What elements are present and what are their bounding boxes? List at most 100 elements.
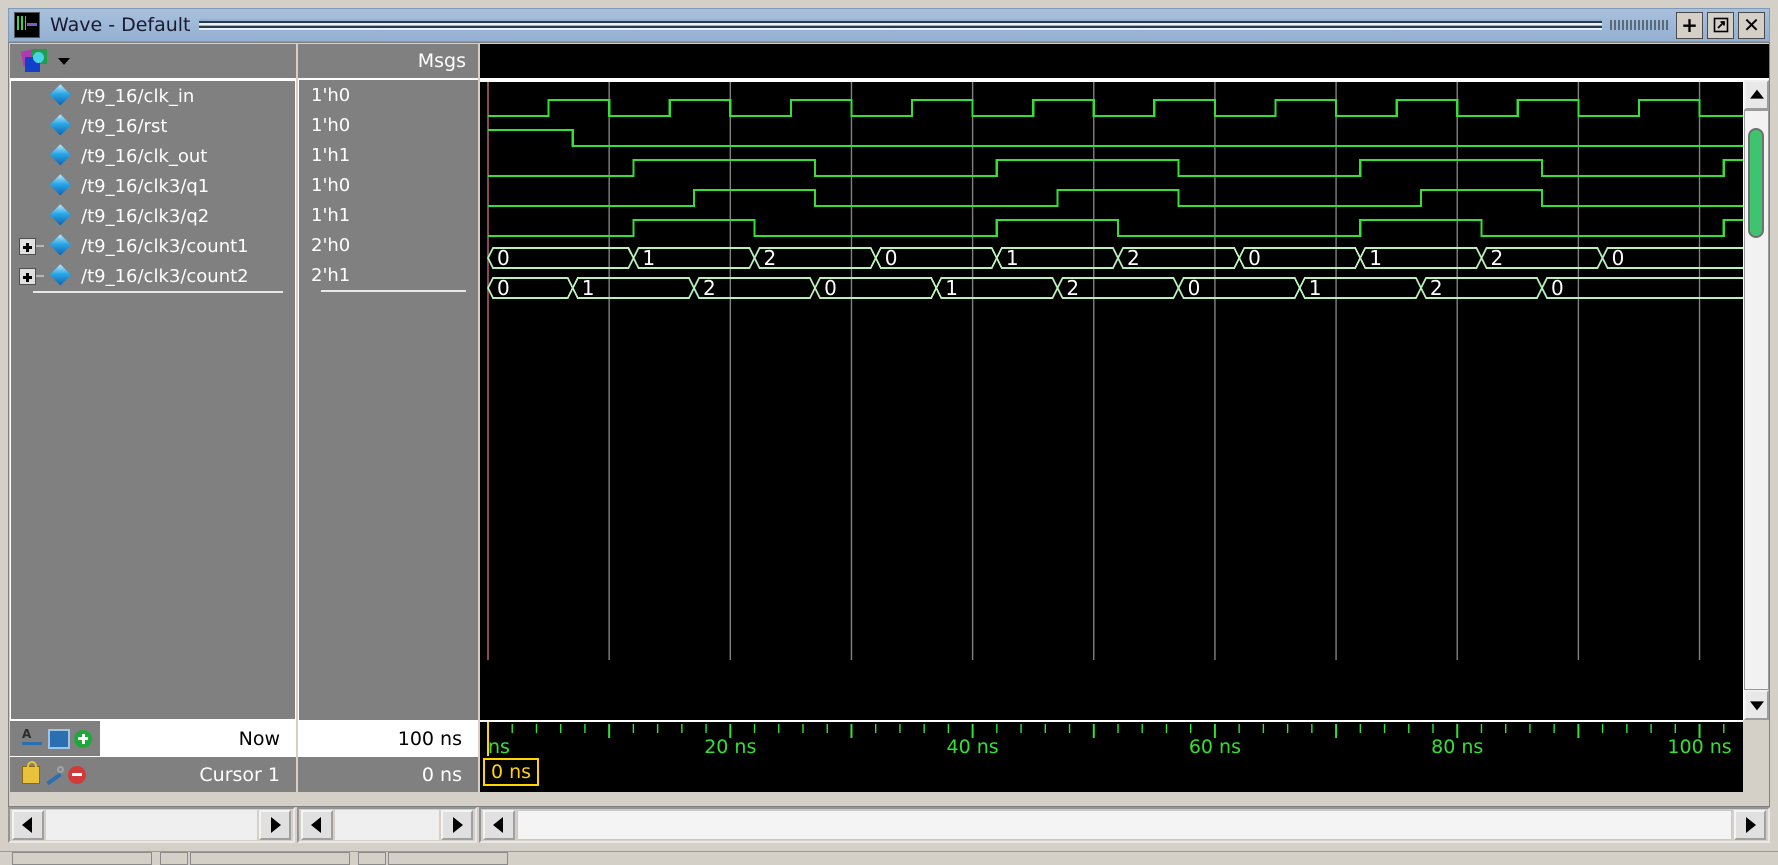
wave-body: /t9_16/clk_in/t9_16/rst/t9_16/clk_out/t9… bbox=[8, 42, 1770, 807]
signal-value: 1'h1 bbox=[311, 204, 351, 226]
signal-name: /t9_16/clk3/count2 bbox=[81, 265, 249, 287]
cursor-value: 0 ns bbox=[298, 756, 478, 792]
delete-cursor-icon[interactable] bbox=[68, 765, 86, 784]
wave-scroll-left-button[interactable] bbox=[483, 810, 515, 840]
signal-row[interactable]: /t9_16/clk3/count1 bbox=[11, 231, 295, 261]
signal-diamond-icon bbox=[50, 86, 71, 107]
selection-underline bbox=[33, 291, 283, 293]
tree-connector bbox=[36, 275, 44, 277]
cursor-label: Cursor 1 bbox=[199, 763, 280, 786]
cursor-toolbar-icons bbox=[10, 757, 100, 792]
value-scroll-left-button[interactable] bbox=[301, 810, 333, 840]
signal-diamond-icon bbox=[50, 116, 71, 137]
value-list: 1'h0 1'h0 1'h1 1'h0 1'h1 2'h0 2'h1 bbox=[298, 80, 478, 720]
signal-row[interactable]: /t9_16/clk_in bbox=[11, 81, 295, 111]
signal-name: /t9_16/rst bbox=[81, 115, 168, 137]
signal-value: 1'h1 bbox=[311, 144, 351, 166]
svg-text:0: 0 bbox=[1188, 276, 1201, 300]
signal-value: 2'h0 bbox=[311, 234, 351, 256]
window-title-bar: Wave - Default + ✕ bbox=[8, 8, 1770, 42]
window-title: Wave - Default bbox=[50, 14, 191, 36]
now-label: Now bbox=[238, 727, 280, 750]
wrench-icon[interactable] bbox=[44, 765, 64, 784]
add-cursor-icon[interactable] bbox=[74, 729, 92, 748]
signal-row[interactable]: /t9_16/clk3/count2 bbox=[11, 261, 295, 291]
taskbar-cell-4[interactable] bbox=[358, 852, 386, 865]
lock-icon[interactable] bbox=[22, 760, 40, 784]
palette-icon[interactable] bbox=[20, 48, 52, 73]
signal-row[interactable]: /t9_16/clk_out bbox=[11, 141, 295, 171]
wave-scroll-track[interactable] bbox=[517, 810, 1732, 840]
now-status-row: Now bbox=[10, 720, 296, 756]
signal-list[interactable]: /t9_16/clk_in/t9_16/rst/t9_16/clk_out/t9… bbox=[10, 80, 296, 720]
svg-text:0: 0 bbox=[1551, 276, 1564, 300]
waveform-pane: 01201201200120120120 ns 20 ns 40 ns 60 ns 80… bbox=[480, 44, 1769, 806]
svg-text:1: 1 bbox=[1369, 246, 1382, 270]
wave-window: Wave - Default + ✕ /t9_16/clk_in/t9_16/r… bbox=[0, 0, 1778, 865]
cursor-bar[interactable]: 0 ns bbox=[480, 756, 1743, 792]
signal-diamond-icon bbox=[50, 266, 71, 287]
value-underline bbox=[321, 290, 466, 292]
wave-pane-hscroll[interactable] bbox=[479, 807, 1770, 843]
signal-name: /t9_16/clk_in bbox=[81, 85, 195, 107]
signal-value: 2'h1 bbox=[311, 264, 351, 286]
search-annotation-icon[interactable] bbox=[22, 727, 44, 749]
signal-row[interactable]: /t9_16/clk3/q2 bbox=[11, 201, 295, 231]
tree-connector bbox=[36, 245, 44, 247]
svg-text:80 ns: 80 ns bbox=[1431, 736, 1483, 756]
signal-name: /t9_16/clk3/q2 bbox=[81, 205, 210, 227]
now-value: 100 ns bbox=[298, 720, 478, 756]
wave-scroll-right-button[interactable] bbox=[1734, 810, 1766, 840]
scroll-up-button[interactable] bbox=[1744, 80, 1769, 110]
svg-text:1: 1 bbox=[945, 276, 958, 300]
close-button[interactable]: ✕ bbox=[1738, 11, 1765, 39]
taskbar-cell-1[interactable] bbox=[12, 852, 152, 865]
svg-text:0: 0 bbox=[885, 246, 898, 270]
restore-icon bbox=[1713, 17, 1728, 33]
taskbar-cell-2[interactable] bbox=[160, 852, 188, 865]
svg-text:2: 2 bbox=[1430, 276, 1443, 300]
name-scroll-track[interactable] bbox=[46, 810, 257, 840]
name-pane-hscroll[interactable] bbox=[8, 807, 295, 843]
restore-button[interactable] bbox=[1707, 11, 1734, 39]
svg-text:20 ns: 20 ns bbox=[704, 736, 756, 756]
value-pane-hscroll[interactable] bbox=[297, 807, 477, 843]
signal-row[interactable]: /t9_16/clk3/q1 bbox=[11, 171, 295, 201]
svg-text:2: 2 bbox=[1066, 276, 1079, 300]
waveform-svg: 0 1 2 0 1 2 0 1 2 0 0 1 2 0 1 2 0 1 2 0 bbox=[486, 82, 1743, 660]
svg-text:2: 2 bbox=[1127, 246, 1140, 270]
msgs-column-header: Msgs bbox=[298, 44, 478, 80]
signal-diamond-icon bbox=[50, 146, 71, 167]
svg-text:0: 0 bbox=[824, 276, 837, 300]
taskbar-cell-5[interactable] bbox=[388, 852, 508, 865]
svg-text:100 ns: 100 ns bbox=[1667, 736, 1731, 756]
signal-value: 1'h0 bbox=[311, 174, 351, 196]
waveform-vertical-scrollbar[interactable] bbox=[1743, 80, 1769, 720]
name-scroll-left-button[interactable] bbox=[12, 810, 44, 840]
chevron-down-icon[interactable] bbox=[58, 57, 70, 65]
svg-text:0: 0 bbox=[1248, 246, 1261, 270]
signal-diamond-icon bbox=[50, 176, 71, 197]
expand-toggle[interactable] bbox=[19, 237, 36, 255]
signal-name-pane: /t9_16/clk_in/t9_16/rst/t9_16/clk_out/t9… bbox=[10, 44, 296, 806]
time-ruler[interactable]: ns 20 ns 40 ns 60 ns 80 ns 100 ns bbox=[480, 720, 1743, 756]
cursor-time-badge[interactable]: 0 ns bbox=[483, 758, 540, 786]
bottom-taskbar-strip bbox=[0, 851, 1778, 865]
scroll-down-button[interactable] bbox=[1744, 690, 1769, 720]
taskbar-cell-3[interactable] bbox=[190, 852, 350, 865]
svg-text:40 ns: 40 ns bbox=[947, 736, 999, 756]
undock-button[interactable]: + bbox=[1676, 11, 1703, 39]
value-scroll-right-button[interactable] bbox=[441, 810, 473, 840]
signal-row[interactable]: /t9_16/rst bbox=[11, 111, 295, 141]
signal-diamond-icon bbox=[50, 236, 71, 257]
signal-name: /t9_16/clk3/q1 bbox=[81, 175, 210, 197]
waveform-canvas[interactable]: 0 1 2 0 1 2 0 1 2 0 0 1 2 0 1 2 0 1 2 0 bbox=[480, 80, 1743, 720]
wave-window-icon bbox=[14, 12, 40, 38]
value-scroll-track[interactable] bbox=[335, 810, 439, 840]
expand-toggle[interactable] bbox=[19, 267, 36, 285]
vscroll-thumb[interactable] bbox=[1748, 128, 1764, 238]
svg-text:2: 2 bbox=[1490, 246, 1503, 270]
window-icon[interactable] bbox=[48, 728, 70, 749]
name-column-header bbox=[10, 44, 296, 80]
name-scroll-right-button[interactable] bbox=[259, 810, 291, 840]
